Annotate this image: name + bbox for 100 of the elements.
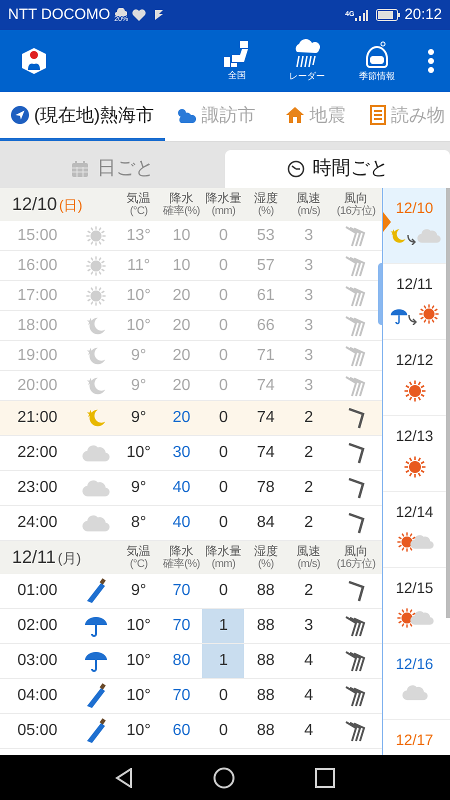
column-unit: (°C) — [130, 558, 148, 570]
column-heading: 風速 — [296, 544, 321, 558]
temperature: 9° — [130, 376, 146, 396]
moon-icon — [84, 344, 107, 366]
column-unit: (%) — [258, 204, 274, 218]
column-heading: 降水 — [170, 192, 194, 204]
column-heading: 気温 — [126, 544, 151, 558]
temperature: 9° — [130, 478, 146, 498]
toolbar-button[interactable]: レーダー — [272, 38, 342, 84]
precip-amount-cell-text: 0 — [218, 346, 229, 366]
temperature: 10° — [126, 286, 151, 306]
back-icon[interactable] — [115, 768, 133, 788]
humidity: 71 — [256, 346, 275, 366]
column-heading: 湿度 — [254, 544, 278, 558]
carrier-name: NTT DOCOMO — [8, 4, 110, 25]
precip-chance: 20 — [172, 408, 190, 428]
wind-speed: 3 — [304, 256, 314, 276]
toolbar-button[interactable]: 全国 — [202, 40, 272, 82]
wind-speed: 2 — [304, 443, 314, 463]
toolbar-button[interactable]: 季節情報 — [342, 38, 412, 84]
day-date: 12/13 — [396, 427, 434, 447]
wind-speed: 2 — [304, 513, 314, 533]
wind-speed: 3 — [304, 616, 314, 636]
house-icon — [284, 105, 304, 125]
column-heading: 風向 — [344, 544, 368, 558]
cloud-icon — [82, 478, 110, 498]
precip-chance: 10 — [172, 256, 190, 276]
flag-icon — [154, 9, 164, 21]
precip-amount-cell-text: 0 — [218, 376, 229, 396]
day-date: 12/17 — [396, 731, 434, 751]
precip-chance: 70 — [172, 616, 190, 636]
moon-icon — [84, 407, 107, 429]
wind-speed: 3 — [304, 316, 314, 336]
wind-speed: 3 — [304, 346, 314, 366]
humidity: 88 — [256, 616, 275, 636]
precip-amount-cell-text: 0 — [218, 443, 229, 463]
precip-chance: 20 — [172, 286, 190, 306]
view-tab[interactable]: 時間ごと — [225, 150, 450, 188]
sun-icon — [84, 254, 107, 276]
wind-speed: 3 — [304, 286, 314, 306]
precip-amount-cell: 1 — [202, 609, 244, 643]
app-logo-icon[interactable] — [20, 46, 48, 76]
precip-chance: 70 — [172, 581, 190, 601]
temperature: 13° — [126, 226, 151, 246]
humidity: 74 — [256, 376, 275, 396]
temperature: 9° — [130, 408, 146, 428]
column-unit: (16方位) — [336, 558, 376, 570]
precip-amount-cell-text: 0 — [218, 286, 229, 306]
heart-icon — [132, 9, 146, 21]
wind-speed: 2 — [304, 581, 314, 601]
humidity: 74 — [256, 443, 275, 463]
precip-amount-cell-text: 0 — [218, 256, 229, 276]
hour-label: 24:00 — [17, 513, 58, 533]
column-heading: 風速 — [296, 192, 321, 204]
temperature: 10° — [126, 443, 151, 463]
precip-chance: 30 — [172, 443, 190, 463]
weekday-label: (月) — [58, 549, 82, 568]
cloud-icon — [410, 608, 434, 626]
wind-speed: 3 — [304, 376, 314, 396]
precip-chance: 20 — [172, 376, 190, 396]
cloud-icon — [82, 512, 110, 534]
sun-icon — [402, 454, 426, 478]
precip-chance: 20 — [172, 346, 190, 366]
precip-amount-cell-text: 0 — [218, 581, 229, 601]
umbrella-icon — [84, 614, 108, 638]
column-heading: 風向 — [344, 192, 368, 204]
column-heading: 降水量 — [205, 544, 242, 558]
change-arrow-icon — [408, 314, 418, 324]
moon-icon — [84, 374, 107, 396]
wind-speed: 3 — [304, 226, 314, 246]
day-scrollbar[interactable] — [446, 188, 450, 618]
wind-speed: 2 — [304, 408, 314, 428]
humidity: 88 — [256, 721, 275, 741]
precip-amount-cell-text: 0 — [218, 316, 229, 336]
column-unit: 確率(%) — [163, 204, 200, 218]
column-unit: (°C) — [130, 204, 148, 218]
precip-amount-cell: 1 — [202, 644, 244, 678]
more-menu-icon[interactable] — [428, 49, 434, 73]
precip-chance: 40 — [172, 513, 190, 533]
recents-icon[interactable] — [315, 768, 335, 788]
precip-amount-cell-text: 0 — [218, 408, 229, 428]
column-unit: 確率(%) — [163, 558, 200, 570]
precip-chance: 80 — [172, 651, 190, 671]
day-date: 12/12 — [396, 351, 434, 371]
precip-chance: 40 — [172, 478, 190, 498]
hour-label: 18:00 — [17, 316, 58, 336]
temperature: 8° — [130, 513, 146, 533]
battery-icon — [376, 9, 400, 21]
home-icon[interactable] — [213, 766, 235, 788]
humidity: 53 — [256, 226, 275, 246]
temperature: 11° — [127, 256, 150, 276]
temperature: 10° — [126, 651, 151, 671]
hour-label: 15:00 — [17, 226, 58, 246]
hour-label: 20:00 — [17, 376, 58, 396]
humidity: 88 — [256, 686, 275, 706]
temperature: 10° — [126, 721, 151, 741]
precip-amount-cell-text: 0 — [218, 478, 229, 498]
hour-label: 21:00 — [17, 408, 58, 428]
precip-chance: 20 — [172, 316, 190, 336]
column-heading: 気温 — [126, 192, 151, 204]
